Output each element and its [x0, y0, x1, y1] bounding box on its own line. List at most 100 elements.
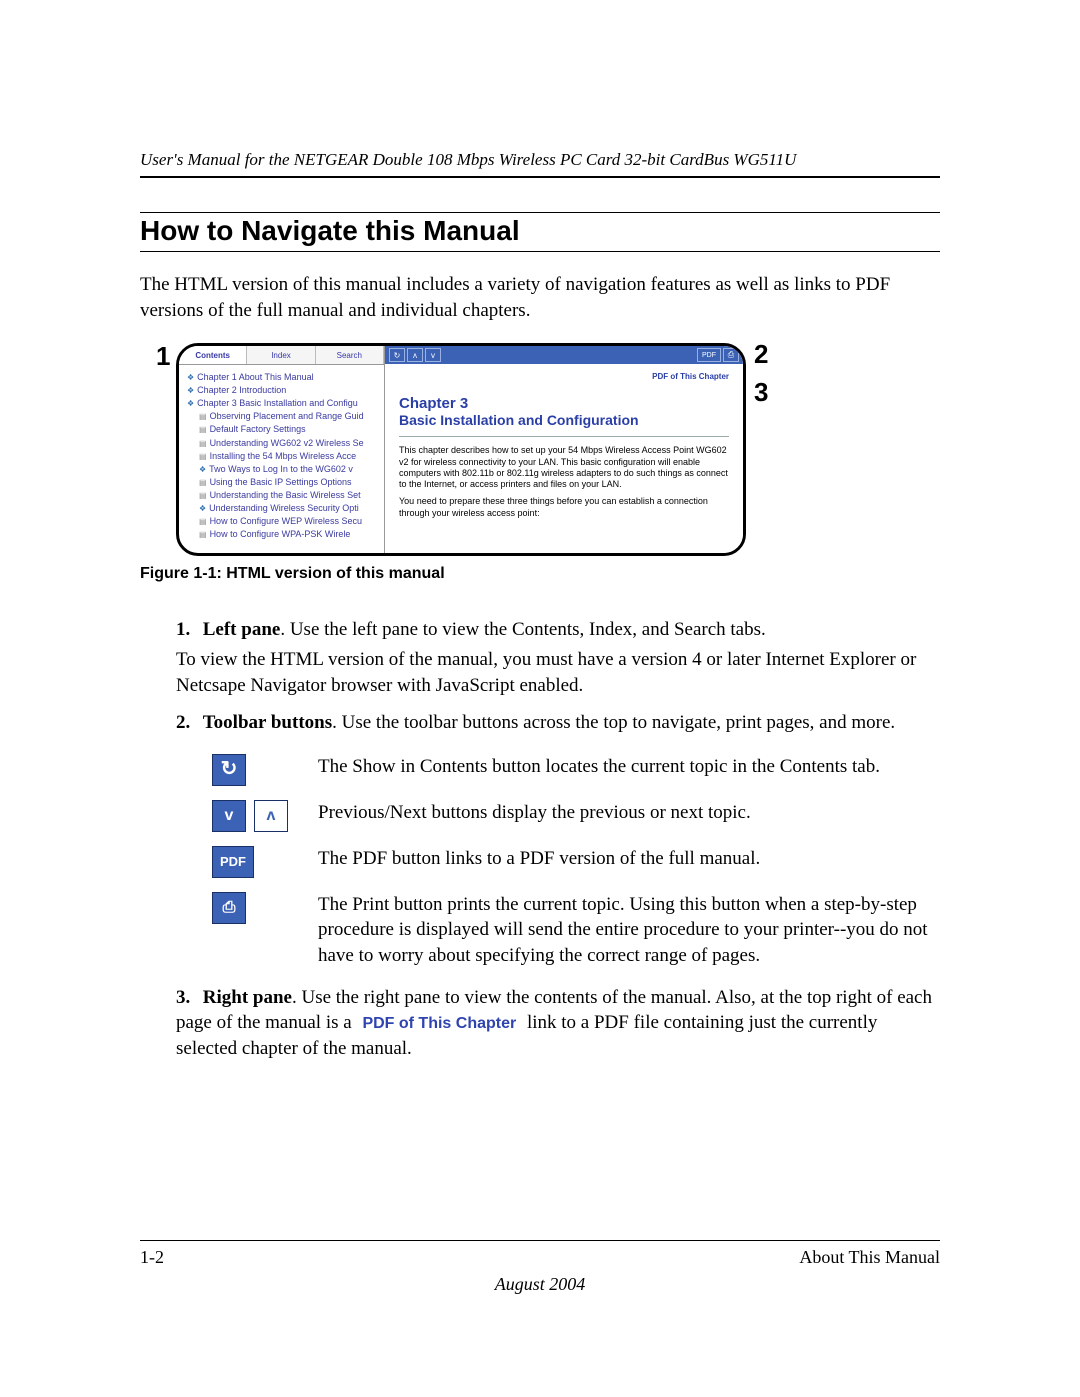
button-description: Previous/Next buttons display the previo… — [318, 800, 751, 826]
next-topic-icon[interactable]: v — [212, 800, 246, 832]
page-icon — [199, 423, 207, 436]
tree-item[interactable]: Two Ways to Log In to the WG602 v — [187, 463, 380, 476]
footer-rule — [140, 1240, 940, 1241]
tree-item-label: Default Factory Settings — [210, 423, 306, 436]
button-row: ⎙ The Print button prints the current to… — [212, 892, 940, 969]
tree-item[interactable]: Default Factory Settings — [187, 423, 380, 436]
page-icon — [199, 515, 207, 528]
html-manual-screenshot: Contents Index Search Chapter 1 About Th… — [176, 343, 746, 556]
list-number: 1. — [176, 617, 198, 643]
button-description: The Show in Contents button locates the … — [318, 754, 880, 780]
book-icon — [187, 371, 194, 384]
list-item: 1. Left pane. Use the left pane to view … — [176, 617, 940, 698]
tab-index[interactable]: Index — [247, 346, 315, 364]
list-term: Left pane — [203, 619, 281, 640]
tree-item-label: Chapter 1 About This Manual — [197, 371, 313, 384]
manual-page: User's Manual for the NETGEAR Double 108… — [0, 0, 1080, 1397]
chapter-title: Basic Installation and Configuration — [399, 412, 729, 428]
page-icon — [199, 476, 207, 489]
button-row: PDF The PDF button links to a PDF versio… — [212, 846, 940, 878]
chapter-number: Chapter 3 — [399, 395, 729, 412]
page-icon — [199, 489, 207, 502]
list-number: 3. — [176, 985, 198, 1011]
figure-caption: Figure 1-1: HTML version of this manual — [140, 565, 940, 583]
tree-item-label: Using the Basic IP Settings Options — [210, 476, 352, 489]
pdf-of-chapter-link[interactable]: PDF of This Chapter — [356, 1015, 522, 1032]
left-pane-tabs: Contents Index Search — [179, 346, 384, 365]
list-number: 2. — [176, 710, 198, 736]
list-term: Right pane — [203, 987, 292, 1008]
page-icon — [199, 528, 207, 541]
print-icon[interactable]: ⎙ — [212, 892, 246, 924]
chapter-paragraph: You need to prepare these three things b… — [399, 496, 729, 519]
tree-item-label: Understanding Wireless Security Opti — [209, 502, 359, 515]
tree-item-label: Understanding WG602 v2 Wireless Se — [210, 437, 364, 450]
figure-callout-3: 3 — [754, 377, 768, 408]
tree-item-label: How to Configure WPA-PSK Wirele — [210, 528, 351, 541]
button-description: The Print button prints the current topi… — [318, 892, 940, 969]
right-pane: ↻ ᴧ v PDF ⎙ PDF of This Chapter Chapter … — [385, 346, 743, 553]
footer-date: August 2004 — [140, 1274, 940, 1295]
page-footer: 1-2 About This Manual August 2004 — [140, 1240, 940, 1295]
tree-item[interactable]: How to Configure WPA-PSK Wirele — [187, 528, 380, 541]
book-icon — [199, 463, 206, 476]
footer-section: About This Manual — [799, 1247, 940, 1268]
book-icon — [199, 502, 206, 515]
tree-item[interactable]: Using the Basic IP Settings Options — [187, 476, 380, 489]
tree-item[interactable]: Understanding the Basic Wireless Set — [187, 489, 380, 502]
prev-topic-icon[interactable]: ᴧ — [254, 800, 288, 832]
button-row: ↻ The Show in Contents button locates th… — [212, 754, 940, 786]
book-icon — [187, 397, 194, 410]
show-in-contents-icon[interactable]: ↻ — [389, 348, 405, 362]
figure-callout-2: 2 — [754, 339, 768, 370]
page-number: 1-2 — [140, 1247, 164, 1268]
tree-item[interactable]: Understanding WG602 v2 Wireless Se — [187, 437, 380, 450]
pdf-of-chapter-link[interactable]: PDF of This Chapter — [399, 372, 729, 381]
list-extra: To view the HTML version of the manual, … — [176, 647, 940, 698]
contents-tree: Chapter 1 About This Manual Chapter 2 In… — [179, 365, 384, 541]
tree-item[interactable]: Chapter 1 About This Manual — [187, 371, 380, 384]
figure-callout-1: 1 — [156, 341, 170, 372]
intro-paragraph: The HTML version of this manual includes… — [140, 272, 940, 323]
tree-item[interactable]: How to Configure WEP Wireless Secu — [187, 515, 380, 528]
tree-item[interactable]: Chapter 2 Introduction — [187, 384, 380, 397]
pdf-icon[interactable]: PDF — [212, 846, 254, 878]
tree-item[interactable]: Understanding Wireless Security Opti — [187, 502, 380, 515]
list-item: 2. Toolbar buttons. Use the toolbar butt… — [176, 710, 940, 969]
button-description: The PDF button links to a PDF version of… — [318, 846, 760, 872]
tree-item[interactable]: Installing the 54 Mbps Wireless Acce — [187, 450, 380, 463]
list-item: 3. Right pane. Use the right pane to vie… — [176, 985, 940, 1062]
book-icon — [187, 384, 194, 397]
tree-item-label: Chapter 3 Basic Installation and Configu — [197, 397, 358, 410]
tree-item-label: Observing Placement and Range Guid — [210, 410, 364, 423]
list-text: . Use the left pane to view the Contents… — [280, 619, 765, 640]
list-text: . Use the toolbar buttons across the top… — [332, 712, 895, 733]
next-topic-icon[interactable]: v — [425, 348, 441, 362]
tree-item-label: How to Configure WEP Wireless Secu — [210, 515, 362, 528]
chapter-paragraph: This chapter describes how to set up you… — [399, 445, 729, 490]
tab-search[interactable]: Search — [316, 346, 384, 364]
list-term: Toolbar buttons — [203, 712, 332, 733]
tree-item-label: Installing the 54 Mbps Wireless Acce — [210, 450, 357, 463]
print-icon[interactable]: ⎙ — [723, 348, 739, 362]
instruction-list: 1. Left pane. Use the left pane to view … — [176, 617, 940, 1061]
page-icon — [199, 410, 207, 423]
toolbar: ↻ ᴧ v PDF ⎙ — [385, 346, 743, 364]
section-title: How to Navigate this Manual — [140, 212, 940, 252]
left-pane: Contents Index Search Chapter 1 About Th… — [179, 346, 385, 553]
toolbar-button-table: ↻ The Show in Contents button locates th… — [212, 754, 940, 969]
show-in-contents-icon[interactable]: ↻ — [212, 754, 246, 786]
figure-1-1: 1 2 3 Contents Index Search Chapter 1 Ab… — [156, 341, 956, 559]
chapter-rule — [399, 436, 729, 437]
page-icon — [199, 450, 207, 463]
tree-item-label: Chapter 2 Introduction — [197, 384, 286, 397]
pdf-icon[interactable]: PDF — [697, 348, 721, 362]
button-row: v ᴧ Previous/Next buttons display the pr… — [212, 800, 940, 832]
prev-topic-icon[interactable]: ᴧ — [407, 348, 423, 362]
page-icon — [199, 437, 207, 450]
tree-item[interactable]: Observing Placement and Range Guid — [187, 410, 380, 423]
tree-item[interactable]: Chapter 3 Basic Installation and Configu — [187, 397, 380, 410]
tree-item-label: Understanding the Basic Wireless Set — [210, 489, 361, 502]
tab-contents[interactable]: Contents — [179, 346, 247, 364]
running-header: User's Manual for the NETGEAR Double 108… — [140, 150, 940, 178]
